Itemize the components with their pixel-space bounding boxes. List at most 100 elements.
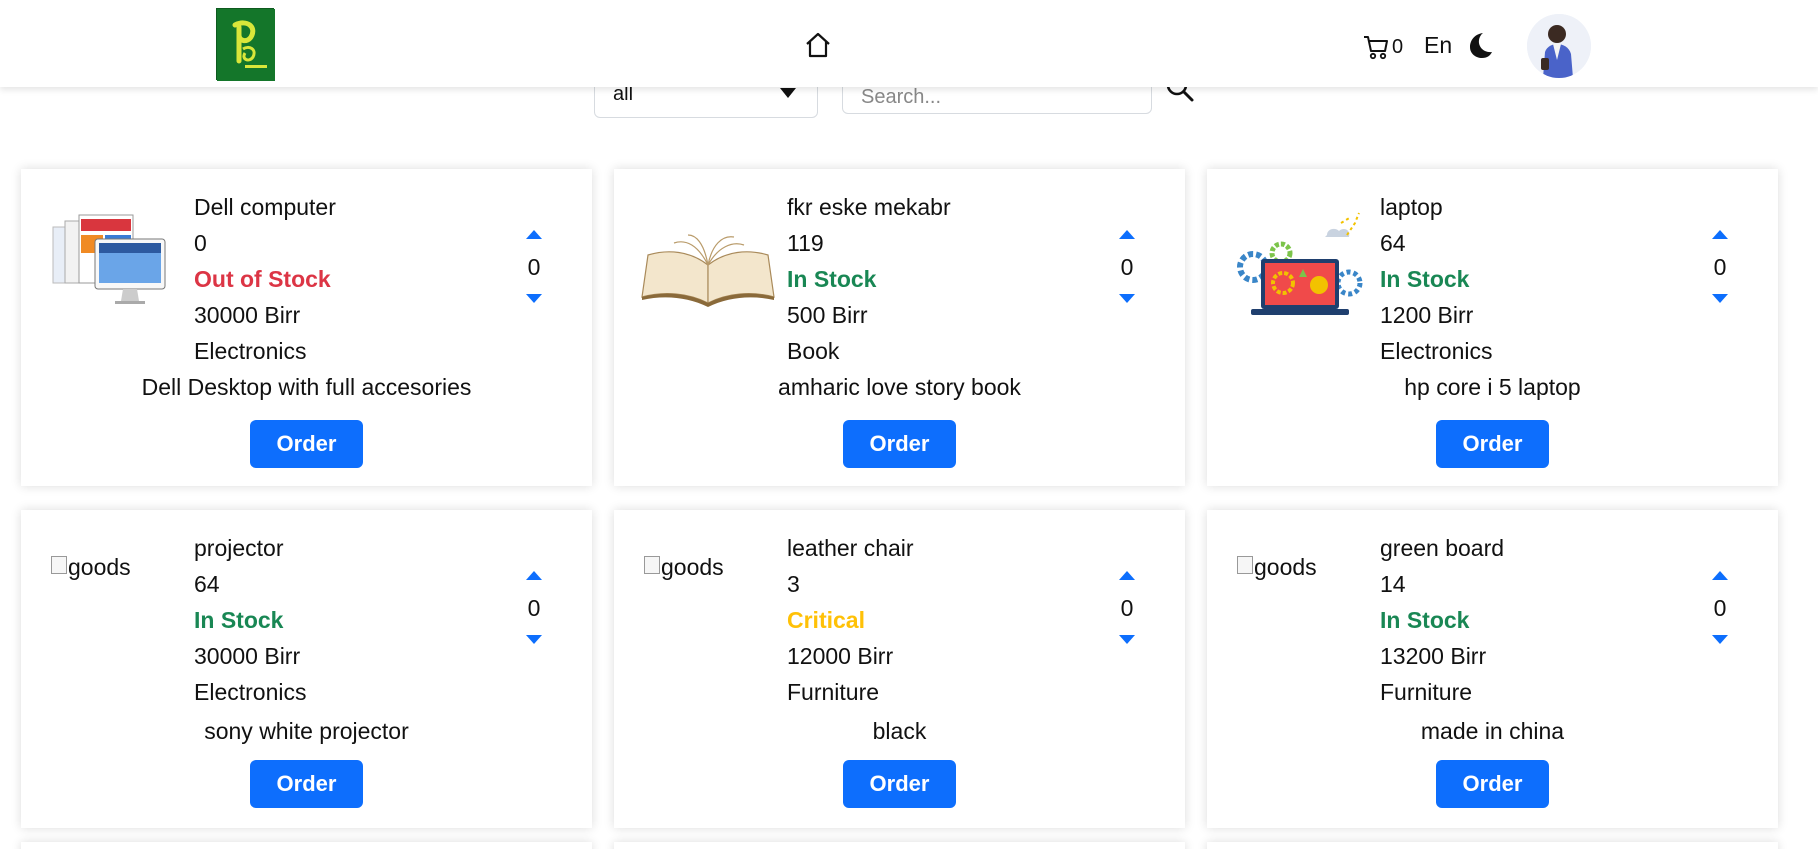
product-category: Furniture bbox=[787, 679, 880, 705]
order-quantity: 0 bbox=[527, 595, 541, 621]
product-name: leather chair bbox=[787, 535, 914, 561]
product-quantity: 64 bbox=[1380, 230, 1406, 256]
product-name: fkr eske mekabr bbox=[787, 194, 951, 220]
product-image bbox=[1231, 205, 1371, 325]
product-info: fkr eske mekabr 119 In Stock 500 Birr Bo… bbox=[787, 189, 951, 369]
navbar: 0 En bbox=[0, 0, 1818, 87]
product-description: Dell Desktop with full accesories bbox=[141, 374, 472, 400]
product-card: fkr eske mekabr 119 In Stock 500 Birr Bo… bbox=[614, 169, 1185, 486]
product-description: sony white projector bbox=[204, 718, 409, 744]
product-card: laptop 64 In Stock 1200 Birr Electronics… bbox=[1207, 169, 1778, 486]
broken-image-icon bbox=[1237, 555, 1253, 574]
broken-image-icon bbox=[644, 555, 660, 574]
logo[interactable] bbox=[216, 8, 275, 81]
order-button[interactable]: Order bbox=[1436, 760, 1549, 808]
image-alt-text: goods bbox=[68, 554, 131, 580]
quantity-stepper: 0 bbox=[1109, 570, 1145, 645]
caret-down-icon[interactable] bbox=[525, 294, 543, 304]
product-price: 13200 Birr bbox=[1380, 643, 1487, 669]
image-alt-text: goods bbox=[1254, 554, 1317, 580]
caret-down-icon[interactable] bbox=[525, 635, 543, 645]
stock-status: Critical bbox=[787, 607, 865, 633]
product-image bbox=[45, 205, 185, 325]
cart-button[interactable]: 0 bbox=[1362, 32, 1403, 62]
product-description: made in china bbox=[1420, 718, 1565, 744]
order-button[interactable]: Order bbox=[250, 760, 363, 808]
stock-status: In Stock bbox=[194, 607, 284, 633]
order-quantity: 0 bbox=[527, 254, 541, 280]
caret-down-icon[interactable] bbox=[1711, 635, 1729, 645]
product-card bbox=[21, 842, 592, 849]
product-quantity: 64 bbox=[194, 571, 220, 597]
quantity-stepper: 0 bbox=[1702, 229, 1738, 304]
order-quantity: 0 bbox=[1120, 595, 1134, 621]
order-quantity: 0 bbox=[1713, 595, 1727, 621]
order-button[interactable]: Order bbox=[843, 420, 956, 468]
product-category: Electronics bbox=[194, 679, 307, 705]
caret-up-icon[interactable] bbox=[525, 570, 543, 580]
product-description: amharic love story book bbox=[778, 374, 1021, 400]
product-card: goods leather chair 3 Critical 12000 Bir… bbox=[614, 510, 1185, 828]
product-quantity: 119 bbox=[787, 230, 824, 256]
quantity-stepper: 0 bbox=[516, 570, 552, 645]
product-info: green board 14 In Stock 13200 Birr Furni… bbox=[1380, 530, 1504, 710]
product-quantity: 0 bbox=[194, 230, 207, 256]
product-category: Electronics bbox=[1380, 338, 1493, 364]
avatar[interactable] bbox=[1527, 14, 1591, 78]
broken-image: goods bbox=[51, 554, 131, 581]
stock-status: In Stock bbox=[1380, 607, 1470, 633]
language-toggle[interactable]: En bbox=[1424, 32, 1452, 59]
caret-down-icon[interactable] bbox=[1118, 635, 1136, 645]
product-card: Dell computer 0 Out of Stock 30000 Birr … bbox=[21, 169, 592, 486]
product-price: 500 Birr bbox=[787, 302, 868, 328]
product-info: leather chair 3 Critical 12000 Birr Furn… bbox=[787, 530, 914, 710]
stock-status: In Stock bbox=[1380, 266, 1470, 292]
product-price: 12000 Birr bbox=[787, 643, 894, 669]
product-card: goods projector 64 In Stock 30000 Birr E… bbox=[21, 510, 592, 828]
product-price: 30000 Birr bbox=[194, 302, 301, 328]
product-description: black bbox=[872, 718, 927, 744]
quantity-stepper: 0 bbox=[1702, 570, 1738, 645]
image-alt-text: goods bbox=[661, 554, 724, 580]
product-category: Furniture bbox=[1380, 679, 1473, 705]
product-name: green board bbox=[1380, 535, 1505, 561]
broken-image: goods bbox=[1237, 554, 1317, 581]
product-quantity: 3 bbox=[787, 571, 800, 597]
product-price: 30000 Birr bbox=[194, 643, 301, 669]
caret-up-icon[interactable] bbox=[1118, 229, 1136, 239]
stock-status: In Stock bbox=[787, 266, 877, 292]
product-card bbox=[614, 842, 1185, 849]
chevron-down-icon bbox=[780, 88, 796, 98]
order-button[interactable]: Order bbox=[250, 420, 363, 468]
order-quantity: 0 bbox=[1713, 254, 1727, 280]
stock-status: Out of Stock bbox=[194, 266, 331, 292]
product-name: laptop bbox=[1380, 194, 1443, 220]
product-description: hp core i 5 laptop bbox=[1404, 374, 1581, 400]
caret-down-icon[interactable] bbox=[1118, 294, 1136, 304]
order-button[interactable]: Order bbox=[1436, 420, 1549, 468]
quantity-stepper: 0 bbox=[1109, 229, 1145, 304]
home-icon[interactable] bbox=[800, 30, 836, 60]
order-quantity: 0 bbox=[1120, 254, 1134, 280]
product-name: Dell computer bbox=[194, 194, 336, 220]
product-price: 1200 Birr bbox=[1380, 302, 1474, 328]
product-category: Electronics bbox=[194, 338, 307, 364]
cart-icon bbox=[1364, 36, 1388, 60]
caret-up-icon[interactable] bbox=[1711, 570, 1729, 580]
product-quantity: 14 bbox=[1380, 571, 1406, 597]
caret-up-icon[interactable] bbox=[1118, 570, 1136, 580]
caret-down-icon[interactable] bbox=[1711, 294, 1729, 304]
product-info: Dell computer 0 Out of Stock 30000 Birr … bbox=[194, 189, 336, 369]
product-info: laptop 64 In Stock 1200 Birr Electronics bbox=[1380, 189, 1492, 369]
moon-icon[interactable] bbox=[1466, 30, 1494, 60]
product-info: projector 64 In Stock 30000 Birr Electro… bbox=[194, 530, 306, 710]
order-button[interactable]: Order bbox=[843, 760, 956, 808]
caret-up-icon[interactable] bbox=[525, 229, 543, 239]
broken-image: goods bbox=[644, 554, 724, 581]
product-category: Book bbox=[787, 338, 840, 364]
broken-image-icon bbox=[51, 555, 67, 574]
product-card bbox=[1207, 842, 1778, 849]
caret-up-icon[interactable] bbox=[1711, 229, 1729, 239]
cart-count: 0 bbox=[1392, 35, 1404, 58]
product-image bbox=[638, 205, 778, 325]
